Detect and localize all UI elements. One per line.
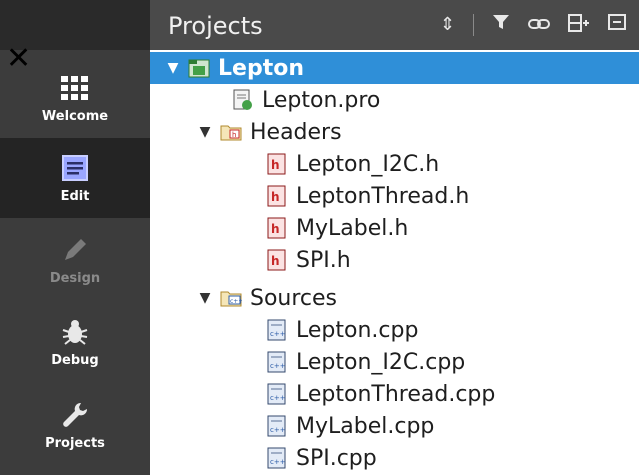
svg-text:c++: c++ [270, 426, 286, 434]
headers-folder-label: Headers [250, 119, 342, 145]
cpp-file-icon: c++ [266, 447, 288, 469]
header-file-icon: h [266, 217, 288, 239]
cpp-file-icon: c++ [266, 351, 288, 373]
header-file-icon: h [266, 153, 288, 175]
cpp-file-icon: c++ [266, 383, 288, 405]
split-icon[interactable] [568, 14, 590, 37]
toolbar-separator [473, 14, 475, 36]
link-icon[interactable] [528, 14, 551, 37]
mode-debug[interactable]: Debug [0, 302, 150, 382]
header-file-label: LeptonThread.h [296, 183, 470, 209]
svg-text:h: h [271, 158, 280, 172]
header-file-label: MyLabel.h [296, 215, 409, 241]
svg-text:h: h [271, 190, 280, 204]
source-file-label: Lepton.cpp [296, 317, 419, 343]
tree-item-source-file[interactable]: c++ LeptonThread.cpp [150, 378, 639, 410]
pro-file-label: Lepton.pro [262, 87, 381, 113]
tree-item-header-file[interactable]: h MyLabel.h [150, 212, 639, 244]
source-file-label: Lepton_I2C.cpp [296, 349, 466, 375]
header-file-label: SPI.h [296, 247, 351, 273]
tree-item-source-file[interactable]: c++ MyLabel.cpp [150, 410, 639, 442]
panel-toolbar: ⇕ [440, 14, 627, 37]
cpp-file-icon: c++ [266, 415, 288, 437]
wrench-icon [61, 400, 89, 430]
pro-file-icon [232, 89, 254, 111]
svg-text:h: h [271, 254, 280, 268]
expand-arrow-icon[interactable]: ▼ [196, 124, 214, 140]
mode-welcome[interactable]: Welcome [0, 58, 150, 138]
close-pane-icon[interactable] [608, 14, 627, 37]
mode-edit[interactable]: Edit [0, 138, 150, 218]
mode-projects-label: Projects [45, 435, 105, 451]
svg-text:h: h [271, 222, 280, 236]
svg-text:c++: c++ [230, 298, 242, 305]
filter-icon[interactable] [492, 14, 510, 37]
project-icon [188, 57, 210, 79]
tree-item-source-file[interactable]: c++ Lepton.cpp [150, 314, 639, 346]
svg-text:h: h [232, 131, 236, 139]
expand-arrow-icon[interactable]: ▼ [164, 60, 182, 76]
headers-folder-icon: h [220, 121, 242, 143]
mode-design[interactable]: Design [0, 220, 150, 300]
grid-icon [61, 73, 89, 103]
header-file-icon: h [266, 249, 288, 271]
tree-item-pro-file[interactable]: Lepton.pro [150, 84, 639, 116]
expand-arrow-icon[interactable]: ▼ [196, 290, 214, 306]
source-file-label: SPI.cpp [296, 445, 377, 471]
tree-item-sources-folder[interactable]: ▼ c++ Sources [150, 282, 639, 314]
pencil-icon [62, 235, 88, 265]
tree-item-source-file[interactable]: c++ Lepton_I2C.cpp [150, 346, 639, 378]
sources-folder-label: Sources [250, 285, 338, 311]
mode-projects[interactable]: Projects [0, 385, 150, 465]
sources-folder-icon: c++ [220, 287, 243, 309]
projects-panel-header: Projects ⇕ [150, 0, 639, 50]
source-file-label: MyLabel.cpp [296, 413, 435, 439]
tree-item-headers-folder[interactable]: ▼ h Headers [150, 116, 639, 148]
source-file-label: LeptonThread.cpp [296, 381, 496, 407]
tree-item-header-file[interactable]: h Lepton_I2C.h [150, 148, 639, 180]
mode-edit-label: Edit [60, 188, 90, 204]
mode-selector-bar: ✕ Welcome Edit Design Debug Projects [0, 0, 150, 475]
bug-icon [61, 317, 89, 347]
svg-text:c++: c++ [270, 330, 286, 338]
header-file-label: Lepton_I2C.h [296, 151, 440, 177]
tree-item-source-file[interactable]: c++ SPI.cpp [150, 442, 639, 474]
edit-document-icon [62, 153, 88, 183]
project-root-label: Lepton [218, 55, 304, 81]
mode-design-label: Design [49, 270, 101, 286]
sort-icon[interactable]: ⇕ [440, 14, 455, 37]
tree-item-project-root[interactable]: ▼ Lepton [150, 52, 639, 84]
cpp-file-icon: c++ [266, 319, 288, 341]
mode-welcome-label: Welcome [41, 108, 109, 124]
svg-text:c++: c++ [270, 458, 286, 466]
tree-item-header-file[interactable]: h SPI.h [150, 244, 639, 276]
svg-text:c++: c++ [270, 362, 286, 370]
header-file-icon: h [266, 185, 288, 207]
svg-text:c++: c++ [270, 394, 286, 402]
panel-title: Projects [168, 12, 263, 40]
mode-debug-label: Debug [51, 352, 99, 368]
project-tree: ▼ Lepton Lepton.pro ▼ h Headers h Lepton… [150, 50, 639, 475]
tree-item-header-file[interactable]: h LeptonThread.h [150, 180, 639, 212]
